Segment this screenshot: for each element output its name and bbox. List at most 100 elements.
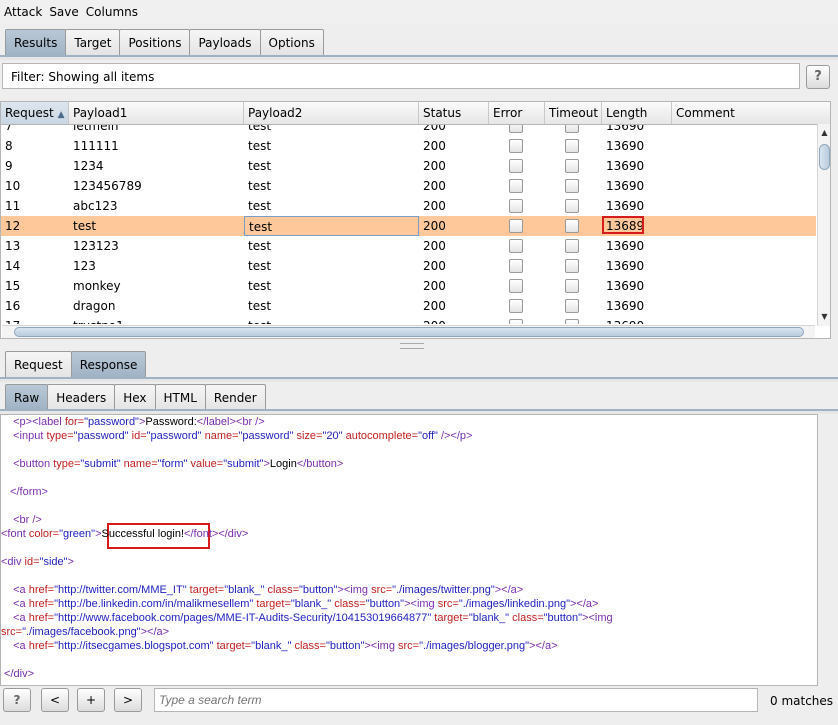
scroll-up-icon[interactable]: ▲	[820, 128, 829, 137]
cell-length: 13690	[606, 299, 645, 313]
col-payload2[interactable]: Payload2	[244, 102, 419, 124]
col-status[interactable]: Status	[419, 102, 489, 124]
error-checkbox[interactable]	[509, 258, 523, 273]
cell-payload1: test	[73, 219, 97, 233]
cell-payload1: abc123	[73, 199, 118, 213]
tab-response[interactable]: Response	[70, 351, 147, 378]
code-token: Login	[269, 458, 297, 470]
col-request[interactable]: Request ▲	[1, 102, 69, 124]
menu-columns[interactable]: Columns	[82, 5, 141, 19]
table-row[interactable]: 11 abc123 test 200 13690	[1, 196, 816, 216]
response-body-editor[interactable]: ▲ ▼ <p><label for="password">Password:</…	[0, 414, 818, 686]
code-token: class=	[267, 584, 300, 596]
cell-timeout	[545, 296, 602, 316]
help-button[interactable]: ?	[806, 65, 830, 89]
error-checkbox[interactable]	[509, 298, 523, 313]
cell-payload2: test	[248, 239, 272, 253]
menu-save[interactable]: Save	[45, 5, 81, 19]
code-token: "20"	[322, 430, 346, 442]
tab-target[interactable]: Target	[65, 29, 121, 56]
timeout-checkbox[interactable]	[565, 198, 579, 213]
table-row[interactable]: 14 123 test 200 13690	[1, 256, 816, 276]
error-checkbox[interactable]	[509, 238, 523, 253]
timeout-checkbox[interactable]	[565, 278, 579, 293]
timeout-checkbox[interactable]	[565, 298, 579, 313]
error-checkbox[interactable]	[509, 318, 523, 324]
code-token: </button>	[296, 458, 344, 470]
code-line: <a href="http://itsecgames.blogspot.com"…	[7, 639, 558, 653]
table-row[interactable]: 16 dragon test 200 13690	[1, 296, 816, 316]
help-icon-button[interactable]: ?	[3, 688, 31, 712]
filter-bar[interactable]: Filter: Showing all items	[2, 63, 800, 89]
code-token: <img	[343, 584, 372, 596]
table-row[interactable]: 9 1234 test 200 13690	[1, 156, 816, 176]
timeout-checkbox[interactable]	[565, 318, 579, 324]
col-length[interactable]: Length	[602, 102, 672, 124]
col-payload1[interactable]: Payload1	[69, 102, 244, 124]
code-token: class=	[334, 598, 366, 610]
next-button[interactable]: >	[114, 688, 142, 712]
code-token: id=	[24, 556, 40, 568]
tab-headers[interactable]: Headers	[47, 384, 116, 411]
cell-payload1: 123456789	[73, 179, 142, 193]
code-token: ></a>	[140, 626, 170, 638]
table-vertical-scrollbar[interactable]: ▲ ▼	[817, 124, 830, 326]
table-row[interactable]: 8 111111 test 200 13690	[1, 136, 816, 156]
timeout-checkbox[interactable]	[565, 178, 579, 193]
tab-payloads[interactable]: Payloads	[189, 29, 261, 56]
error-checkbox[interactable]	[509, 178, 523, 193]
error-checkbox[interactable]	[509, 218, 523, 233]
tab-request[interactable]: Request	[5, 351, 72, 378]
timeout-checkbox[interactable]	[565, 218, 579, 233]
table-row[interactable]: 15 monkey test 200 13690	[1, 276, 816, 296]
menu-attack[interactable]: Attack	[0, 5, 45, 19]
cell-request: 10	[5, 179, 21, 193]
tab-raw[interactable]: Raw	[5, 384, 49, 411]
pane-splitter-handle[interactable]	[400, 343, 424, 349]
horizontal-scrollbar-thumb[interactable]	[14, 327, 804, 337]
cell-status: 200	[423, 219, 446, 233]
col-error[interactable]: Error	[489, 102, 545, 124]
error-checkbox[interactable]	[509, 138, 523, 153]
table-horizontal-scrollbar[interactable]	[2, 325, 815, 338]
code-token: src=	[398, 640, 420, 652]
table-row[interactable]: 12 test test 200 13689	[1, 216, 816, 236]
tab-results[interactable]: Results	[5, 29, 67, 56]
col-timeout[interactable]: Timeout	[545, 102, 602, 124]
scroll-down-icon[interactable]: ▼	[820, 312, 829, 321]
cell-length: 13690	[606, 159, 645, 173]
table-row[interactable]: 17trustno1test200 13690	[1, 316, 816, 324]
tab-positions[interactable]: Positions	[119, 29, 191, 56]
timeout-checkbox[interactable]	[565, 238, 579, 253]
tab-render[interactable]: Render	[204, 384, 266, 411]
scrollbar-thumb[interactable]	[819, 144, 830, 170]
tab-options[interactable]: Options	[259, 29, 324, 56]
cell-payload2: test	[248, 299, 272, 313]
code-token: "./images/twitter.png"	[392, 584, 495, 596]
add-button[interactable]: +	[77, 688, 105, 712]
cell-request: 12	[5, 219, 21, 233]
table-row[interactable]: 10 123456789 test 200 13690	[1, 176, 816, 196]
code-token: ></a>	[529, 640, 558, 652]
error-checkbox[interactable]	[509, 278, 523, 293]
code-token: <input	[7, 430, 47, 442]
tab-hex[interactable]: Hex	[114, 384, 156, 411]
code-token: <img	[410, 598, 438, 610]
error-checkbox[interactable]	[509, 158, 523, 173]
timeout-checkbox[interactable]	[565, 258, 579, 273]
cell-timeout	[545, 276, 602, 296]
code-line: </div>	[1, 667, 34, 681]
cell-payload2: test	[248, 179, 272, 193]
timeout-checkbox[interactable]	[565, 158, 579, 173]
col-comment[interactable]: Comment	[672, 102, 830, 124]
table-row[interactable]: 13 123123 test 200 13690	[1, 236, 816, 256]
previous-button[interactable]: <	[41, 688, 69, 712]
tab-underline	[0, 55, 838, 60]
cell-payload2: test	[248, 259, 272, 273]
error-checkbox[interactable]	[509, 198, 523, 213]
code-token: Password:	[145, 416, 197, 428]
tab-html[interactable]: HTML	[154, 384, 206, 411]
search-input[interactable]	[154, 688, 758, 712]
code-token: <br />	[7, 514, 42, 526]
timeout-checkbox[interactable]	[565, 138, 579, 153]
